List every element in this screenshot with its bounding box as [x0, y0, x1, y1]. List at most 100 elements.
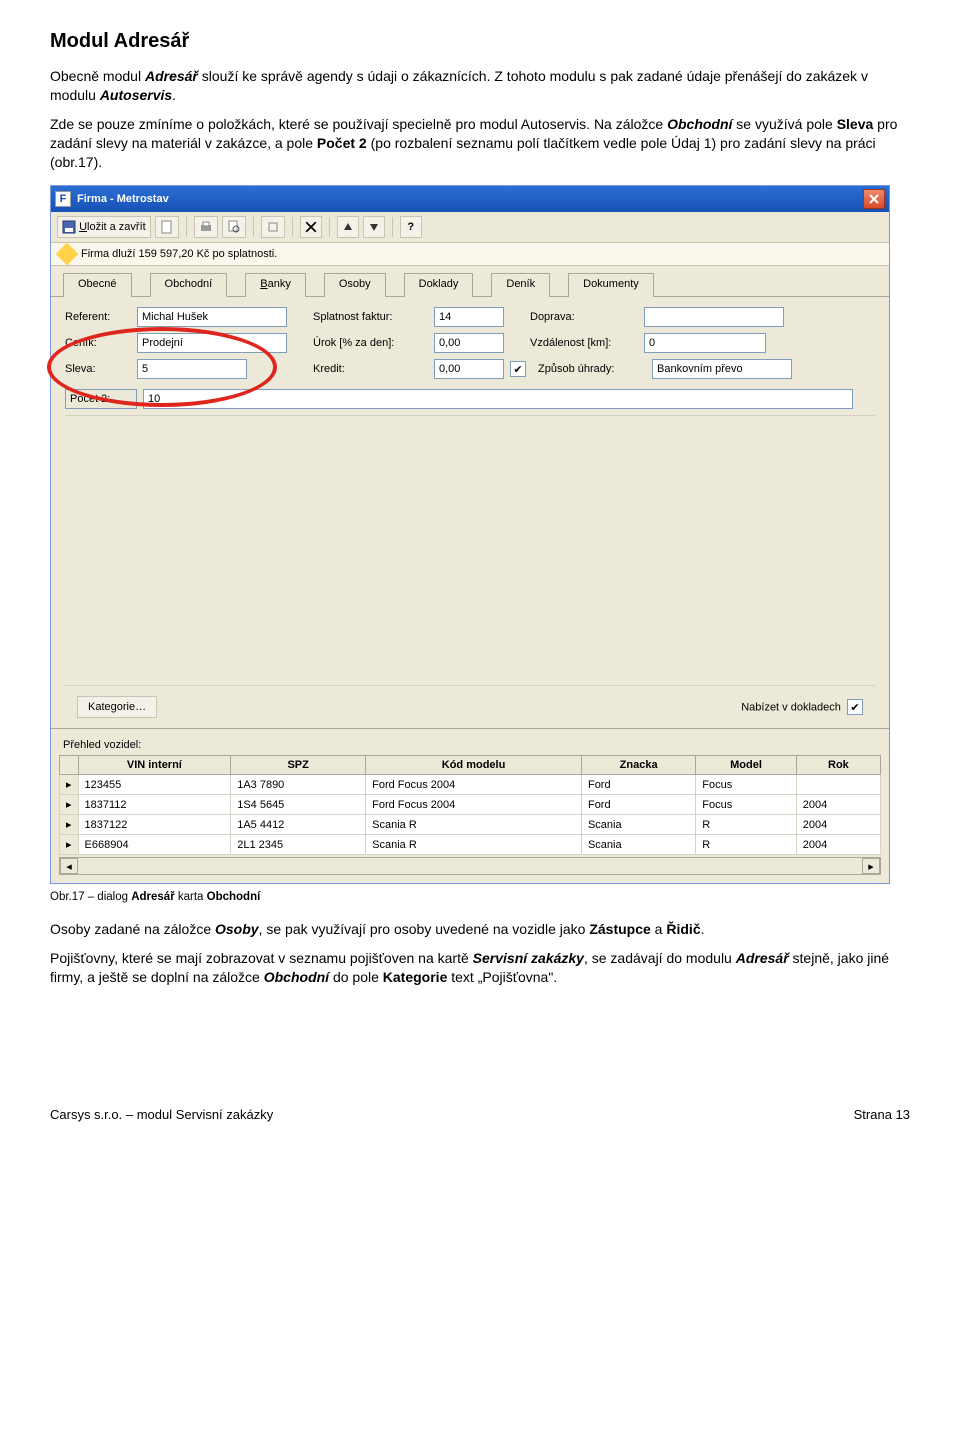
text: Obr.17 – dialog: [50, 891, 131, 903]
stamp-button[interactable]: [261, 216, 285, 238]
grid-cell: 1A3 7890: [231, 775, 366, 795]
grid-header-row: VIN interní SPZ Kód modelu Znacka Model …: [60, 756, 881, 775]
text: Obecně modul: [50, 68, 145, 84]
term-autoservis: Autoservis: [100, 87, 172, 103]
table-row[interactable]: ▸18371221A5 4412Scania RScaniaR2004: [60, 815, 881, 835]
next-button[interactable]: [363, 216, 385, 238]
sleva-input[interactable]: ▾: [137, 359, 247, 379]
col-znacka[interactable]: Znacka: [581, 756, 695, 775]
text: , se pak využívají pro osoby uvedené na …: [259, 921, 590, 937]
text: .: [172, 87, 176, 103]
tab-denik[interactable]: Deník: [491, 273, 550, 297]
warning-bar: Firma dluží 159 597,20 Kč po splatnosti.: [51, 243, 889, 266]
scroll-left-icon[interactable]: ◂: [60, 858, 78, 874]
delete-button[interactable]: [300, 216, 322, 238]
text: .: [701, 921, 705, 937]
label-sleva: Sleva:: [65, 363, 131, 375]
scroll-right-icon[interactable]: ▸: [862, 858, 880, 874]
footer-right: Strana 13: [854, 1107, 910, 1122]
col-kod[interactable]: Kód modelu: [366, 756, 582, 775]
grid-cell: Ford Focus 2004: [366, 775, 582, 795]
pocet2-input[interactable]: 10: [143, 389, 853, 409]
nabizet-wrap: Nabízet v dokladech ✔: [741, 699, 863, 715]
label-referent: Referent:: [65, 311, 131, 323]
help-button[interactable]: ?: [400, 216, 422, 238]
kredit-input[interactable]: 0,00: [434, 359, 504, 379]
tab-label: Obchodní: [165, 278, 213, 290]
cenik-input[interactable]: ▾: [137, 333, 287, 353]
table-row[interactable]: ▸1234551A3 7890Ford Focus 2004FordFocus: [60, 775, 881, 795]
term-sleva: Sleva: [837, 116, 874, 132]
doprava-value[interactable]: [645, 308, 784, 326]
col-rok[interactable]: Rok: [796, 756, 880, 775]
horizontal-scrollbar[interactable]: ◂ ▸: [59, 857, 881, 875]
new-button[interactable]: [155, 216, 179, 238]
grid-cell: Ford: [581, 795, 695, 815]
zpusob-input[interactable]: ▾: [652, 359, 792, 379]
table-row[interactable]: ▸E6689042L1 2345Scania RScaniaR2004: [60, 835, 881, 855]
text: se využívá pole: [732, 116, 836, 132]
zpusob-value[interactable]: [653, 360, 792, 378]
label-vzdalenost: Vzdálenost [km]:: [530, 337, 638, 349]
tab-obchodni[interactable]: Obchodní: [150, 273, 228, 297]
doprava-input[interactable]: [644, 307, 784, 327]
tab-label: Osoby: [339, 278, 371, 290]
term-ridic: Řidič: [666, 921, 700, 937]
separator: [292, 217, 293, 237]
label-zpusob: Způsob úhrady:: [538, 363, 646, 375]
tab-osoby[interactable]: Osoby: [324, 273, 386, 297]
referent-value[interactable]: [138, 308, 287, 326]
text: Obchodní: [207, 891, 261, 903]
col-vin[interactable]: VIN interní: [78, 756, 231, 775]
row-marker: ▸: [60, 835, 79, 855]
label-cenik: Ceník:: [65, 337, 131, 349]
text: Adresář: [131, 891, 174, 903]
term-adresar: Adresář: [736, 950, 789, 966]
grid-cell: 2004: [796, 815, 880, 835]
kategorie-button[interactable]: Kategorie…: [77, 696, 157, 718]
tab-dokumenty[interactable]: Dokumenty: [568, 273, 654, 297]
label-urok: Úrok [% za den]:: [313, 337, 428, 349]
grid-cell: 1S4 5645: [231, 795, 366, 815]
tab-banky[interactable]: Banky: [245, 273, 306, 297]
col-spz[interactable]: SPZ: [231, 756, 366, 775]
kredit-check[interactable]: ✔: [510, 361, 526, 377]
label-kredit: Kredit:: [313, 363, 428, 375]
close-icon: [869, 194, 879, 204]
grid-cell: 1A5 4412: [231, 815, 366, 835]
nabizet-check[interactable]: ✔: [847, 699, 863, 715]
term-obchodni: Obchodní: [667, 116, 732, 132]
vehicle-grid: VIN interní SPZ Kód modelu Znacka Model …: [59, 755, 881, 855]
term-adresar: Adresář: [145, 68, 198, 84]
col-model[interactable]: Model: [696, 756, 797, 775]
print-button[interactable]: [194, 216, 218, 238]
tab-label: Dokumenty: [583, 278, 639, 290]
pocet2-label-combo[interactable]: ▾: [65, 389, 137, 409]
save-close-button[interactable]: UUložit a zavřítložit a zavřít: [57, 216, 151, 238]
vehicle-grid-section: Přehled vozidel: VIN interní SPZ Kód mod…: [51, 728, 889, 883]
cenik-value[interactable]: [138, 334, 287, 352]
tab-doklady[interactable]: Doklady: [404, 273, 474, 297]
pocet2-label: [66, 390, 137, 408]
grid-cell: 1837112: [78, 795, 231, 815]
splatnost-input[interactable]: 14: [434, 307, 504, 327]
stamp-icon: [266, 220, 280, 234]
warning-icon: [56, 243, 79, 266]
blank-area: [65, 416, 875, 686]
table-row[interactable]: ▸18371121S4 5645Ford Focus 2004FordFocus…: [60, 795, 881, 815]
arrow-up-icon: [343, 222, 353, 232]
urok-input[interactable]: 0,00: [434, 333, 504, 353]
prev-button[interactable]: [337, 216, 359, 238]
referent-input[interactable]: ▾: [137, 307, 287, 327]
preview-button[interactable]: [222, 216, 246, 238]
text: a: [651, 921, 667, 937]
form-area: Referent: ▾ Splatnost faktur: 14 Doprava…: [51, 297, 889, 728]
sleva-value[interactable]: [138, 360, 247, 378]
tab-obecne[interactable]: Obecné: [63, 273, 132, 297]
grid-cell: R: [696, 815, 797, 835]
vzdalenost-input[interactable]: 0: [644, 333, 766, 353]
grid-cell: Focus: [696, 775, 797, 795]
close-button[interactable]: [863, 189, 885, 209]
tab-label: Doklady: [419, 278, 459, 290]
intro-para-2: Zde se pouze zmíníme o položkách, které …: [50, 115, 910, 172]
